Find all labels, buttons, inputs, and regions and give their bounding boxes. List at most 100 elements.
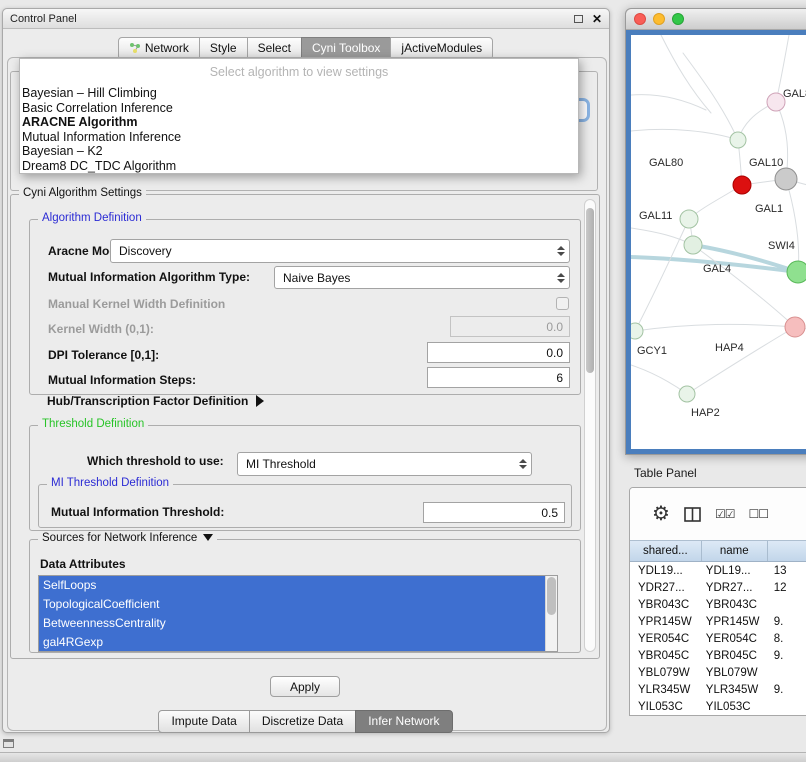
unselect-all-columns-icon[interactable]: ☐☐: [748, 507, 768, 521]
table-row[interactable]: YBR043CYBR043C: [630, 596, 806, 613]
gear-icon[interactable]: ⚙: [652, 504, 670, 524]
mi-threshold-value: 0.5: [541, 506, 558, 520]
restore-panel-icon[interactable]: [3, 739, 14, 748]
mi-type-dropdown[interactable]: Naive Bayes: [274, 266, 570, 289]
table-cell: YDR27...: [630, 582, 702, 594]
manual-kernel-checkbox[interactable]: [556, 297, 569, 310]
table-cell: YBR043C: [702, 599, 768, 611]
network-node[interactable]: [775, 168, 797, 190]
network-canvas[interactable]: GAL8GAL80GAL10GAL11GAL1SWI4GAL4GCY1HAP4H…: [626, 30, 806, 454]
scrollbar-thumb[interactable]: [586, 208, 594, 373]
table-cell: YBL079W: [630, 667, 702, 679]
which-threshold-dropdown[interactable]: MI Threshold: [237, 452, 532, 476]
network-node[interactable]: [631, 323, 643, 339]
minimize-traffic-light[interactable]: [653, 13, 665, 25]
table-row[interactable]: YDL19...YDL19...13: [630, 562, 806, 579]
aracne-mode-dropdown[interactable]: Discovery: [110, 239, 570, 263]
zoom-traffic-light[interactable]: [672, 13, 684, 25]
attribute-list-item[interactable]: gal4RGexp: [39, 633, 545, 652]
table-panel-title: Table Panel: [634, 466, 697, 480]
float-window-icon[interactable]: [574, 15, 583, 23]
network-edge[interactable]: [661, 35, 711, 113]
table-cell: YBL079W: [702, 667, 768, 679]
dpi-tolerance-field[interactable]: 0.0: [427, 342, 570, 363]
table-row[interactable]: YPR145WYPR145W9.: [630, 613, 806, 630]
mi-threshold-field[interactable]: 0.5: [423, 502, 565, 523]
kernel-width-field[interactable]: 0.0: [450, 316, 570, 337]
algorithm-option[interactable]: Dream8 DC_TDC Algorithm: [20, 159, 578, 174]
network-node[interactable]: [787, 261, 806, 283]
column-header-shared-name[interactable]: shared...: [630, 541, 702, 561]
data-attributes-list[interactable]: SelfLoopsTopologicalCoefficientBetweenne…: [38, 575, 558, 652]
sources-title[interactable]: Sources for Network Inference: [38, 532, 217, 544]
table-cell: 9.: [768, 684, 806, 696]
select-all-columns-icon[interactable]: ☑☑: [715, 507, 735, 521]
collapsed-bottom-panel[interactable]: [0, 752, 806, 762]
close-traffic-light[interactable]: [634, 13, 646, 25]
column-header-name[interactable]: name: [702, 541, 768, 561]
network-edge[interactable]: [687, 327, 795, 394]
attributes-scrollbar[interactable]: [545, 576, 557, 651]
attribute-list-item[interactable]: SelfLoops: [39, 576, 545, 595]
table-cell: 8.: [768, 633, 806, 645]
table-cell: YLR345W: [702, 684, 768, 696]
algorithm-option[interactable]: Mutual Information Inference: [20, 130, 578, 145]
tab-discretize-data[interactable]: Discretize Data: [249, 710, 356, 733]
hub-tf-definition-toggle[interactable]: Hub/Transcription Factor Definition: [47, 394, 264, 408]
network-edge[interactable]: [786, 179, 799, 272]
table-cell: YPR145W: [702, 616, 768, 628]
table-row[interactable]: YER054CYER054C8.: [630, 630, 806, 647]
network-edge[interactable]: [635, 324, 795, 331]
network-window-titlebar: [626, 9, 806, 30]
attribute-list-item[interactable]: BetweennessCentrality: [39, 614, 545, 633]
table-row[interactable]: YDR27...YDR27...12: [630, 579, 806, 596]
tab-impute-data[interactable]: Impute Data: [158, 710, 249, 733]
threshold-definition-title: Threshold Definition: [38, 418, 148, 430]
table-row[interactable]: YLR345WYLR345W9.: [630, 681, 806, 698]
network-node[interactable]: [730, 132, 746, 148]
network-node-label: SWI4: [768, 240, 795, 252]
table-body: YDL19...YDL19...13YDR27...YDR27...12YBR0…: [630, 562, 806, 715]
apply-button[interactable]: Apply: [270, 676, 340, 697]
algorithm-option[interactable]: Bayesian – Hill Climbing: [20, 86, 578, 101]
network-node[interactable]: [680, 210, 698, 228]
network-node-label: GAL11: [639, 210, 672, 222]
network-node-label: GAL10: [749, 157, 783, 169]
table-cell: YDL19...: [630, 565, 702, 577]
table-row[interactable]: YBL079WYBL079W: [630, 664, 806, 681]
network-node[interactable]: [684, 236, 702, 254]
network-node[interactable]: [733, 176, 751, 194]
which-threshold-label: Which threshold to use:: [87, 454, 224, 468]
network-view-window: GAL8GAL80GAL10GAL11GAL1SWI4GAL4GCY1HAP4H…: [625, 8, 806, 455]
network-node[interactable]: [785, 317, 805, 337]
network-node-label: HAP4: [715, 342, 744, 354]
table-cell: 9.: [768, 616, 806, 628]
network-edge[interactable]: [631, 129, 738, 140]
cyni-algorithm-settings-group: Cyni Algorithm Settings Algorithm Defini…: [10, 194, 600, 659]
tab-infer-network[interactable]: Infer Network: [355, 710, 452, 733]
network-node[interactable]: [679, 386, 695, 402]
network-edge[interactable]: [635, 219, 689, 331]
network-edge[interactable]: [631, 365, 687, 394]
column-header-extra[interactable]: [768, 541, 806, 561]
mi-steps-field[interactable]: 6: [427, 367, 570, 388]
mi-type-value: Naive Bayes: [283, 271, 350, 285]
tab-label: jActiveModules: [401, 41, 482, 55]
algorithm-option[interactable]: ARACNE Algorithm: [20, 115, 578, 130]
network-node-label: GCY1: [637, 345, 667, 357]
table-header: shared... name: [630, 540, 806, 562]
algorithm-option[interactable]: Basic Correlation Inference: [20, 101, 578, 116]
settings-scrollbar[interactable]: [584, 199, 596, 652]
table-cell: YIL053C: [702, 701, 768, 713]
columns-icon[interactable]: [684, 507, 701, 522]
algorithm-definition-title: Algorithm Definition: [38, 212, 146, 224]
attribute-list-item[interactable]: TopologicalCoefficient: [39, 595, 545, 614]
network-edge[interactable]: [631, 95, 706, 110]
close-icon[interactable]: ✕: [592, 13, 602, 25]
scrollbar-thumb[interactable]: [547, 577, 556, 615]
network-edge[interactable]: [683, 53, 738, 140]
table-row[interactable]: YBR045CYBR045C9.: [630, 647, 806, 664]
algorithm-option[interactable]: Bayesian – K2: [20, 144, 578, 159]
mi-threshold-group: MI Threshold Definition Mutual Informati…: [38, 484, 572, 528]
table-row[interactable]: YIL053CYIL053C: [630, 698, 806, 715]
